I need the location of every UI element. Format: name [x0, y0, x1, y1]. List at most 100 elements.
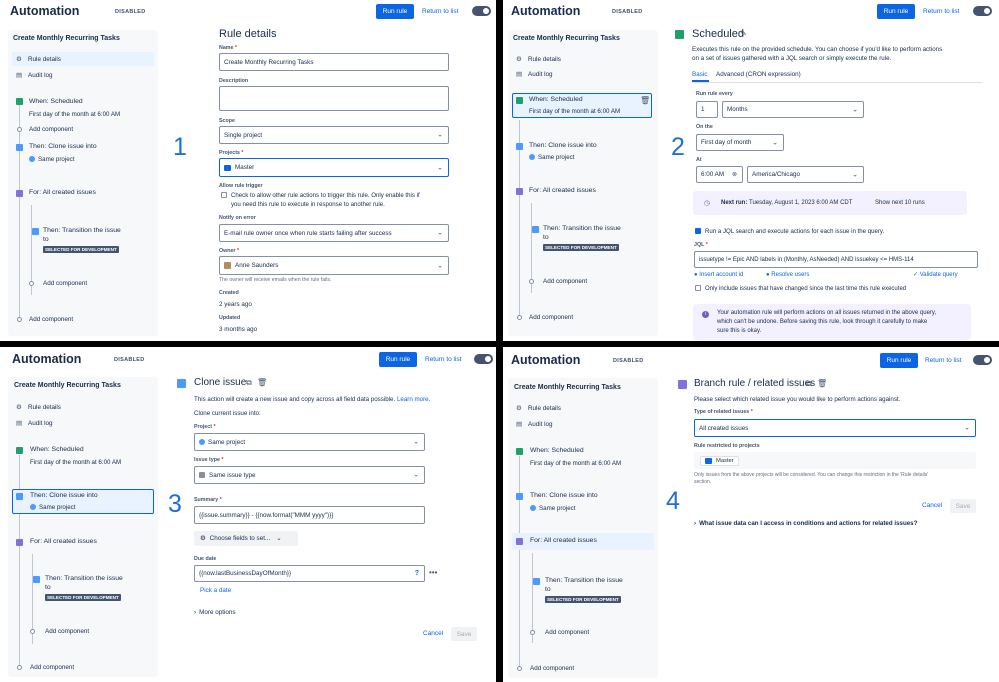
insert-account-id-button[interactable]: ● Insert account id — [694, 271, 743, 280]
action-clone-issue[interactable]: Then: Clone issue into — [30, 492, 98, 499]
cancel-button[interactable]: Cancel — [423, 630, 443, 637]
run-rule-button[interactable]: Run rule — [376, 4, 414, 19]
save-button[interactable]: Save — [950, 499, 976, 513]
sidebar-item-rule-details[interactable]: ⚙ Rule details — [512, 52, 654, 66]
component-title: Scheduled — [692, 28, 744, 40]
action-clone-issue[interactable]: Then: Clone issue into — [529, 142, 597, 149]
related-type-select[interactable]: All created issues ⌄ — [694, 419, 976, 437]
sidebar-item-audit-log[interactable]: ▤ Audit log — [512, 417, 654, 431]
action-clone-issue[interactable]: Then: Clone issue into — [29, 143, 97, 150]
project-select-value: Same project — [208, 438, 246, 446]
trash-icon[interactable]: 🗑 — [640, 96, 650, 105]
run-rule-button[interactable]: Run rule — [379, 352, 417, 367]
project-icon — [30, 504, 36, 510]
sidebar-item-audit-log[interactable]: ▤ Audit log — [12, 68, 154, 82]
action-transition[interactable]: Then: Transition the issue — [45, 575, 123, 582]
help-icon[interactable]: ? — [415, 570, 419, 577]
return-to-list-link[interactable]: Return to list — [923, 8, 960, 15]
copy-icon[interactable]: ⧉ — [246, 378, 252, 388]
app-header: Automation DISABLED Run rule Return to l… — [0, 0, 496, 26]
due-date-input[interactable]: {{now.lastBusinessDayOfMonth}}? — [194, 565, 425, 582]
rule-enabled-toggle[interactable] — [973, 6, 992, 16]
clear-icon[interactable]: ⊗ — [732, 171, 737, 178]
more-actions-icon[interactable]: ••• — [429, 568, 437, 577]
sidebar-item-rule-details[interactable]: ⚙ Rule details — [512, 401, 654, 415]
notify-select[interactable]: E-mail rule owner once when rule starts … — [219, 224, 449, 242]
sidebar-item-audit-log[interactable]: ▤ Audit log — [512, 67, 654, 81]
add-component-button[interactable]: Add component — [529, 314, 573, 321]
trigger-scheduled[interactable]: When: Scheduled — [30, 446, 84, 453]
resolve-users-button[interactable]: ● Resolve users — [766, 271, 809, 280]
trash-icon[interactable]: 🗑 — [257, 378, 267, 387]
add-component-button[interactable]: Add component — [543, 278, 587, 285]
only-changed-checkbox[interactable]: Only include issues that have changed si… — [695, 285, 906, 294]
summary-input[interactable]: {{issue.summary}} - {{now.format("MMM yy… — [194, 506, 425, 524]
on-the-select[interactable]: First day of month ⌄ — [696, 134, 784, 151]
more-options-toggle[interactable]: › More options — [194, 608, 236, 617]
branch-created-issues[interactable]: For: All created issues — [529, 187, 596, 194]
action-transition[interactable]: Then: Transition the issue — [43, 227, 121, 234]
rule-enabled-toggle[interactable] — [472, 6, 491, 16]
choose-fields-button[interactable]: ⚙ Choose fields to set... ⌄ — [194, 531, 298, 546]
jql-input[interactable]: issuetype != Epic AND labels in (Monthly… — [694, 251, 978, 268]
add-component-button[interactable]: Add component — [30, 664, 74, 671]
learn-more-link[interactable]: Learn more. — [397, 396, 430, 403]
return-to-list-link[interactable]: Return to list — [422, 8, 459, 15]
trigger-scheduled[interactable]: When: Scheduled — [29, 98, 83, 105]
cancel-button[interactable]: Cancel — [922, 502, 942, 509]
app-title: Automation — [511, 4, 581, 18]
add-dot-icon — [530, 630, 535, 635]
owner-help: The owner will receive emails when the r… — [219, 277, 332, 283]
copy-icon[interactable]: ⧉ — [806, 379, 812, 389]
sidebar-item-audit-log[interactable]: ▤ Audit log — [12, 416, 154, 430]
add-component-button[interactable]: Add component — [545, 629, 589, 636]
clock-icon: ◷ — [704, 200, 711, 207]
issue-type-select[interactable]: Same issue type ⌄ — [194, 466, 425, 484]
run-every-unit-select[interactable]: Months ⌄ — [722, 101, 864, 118]
timezone-select[interactable]: America/Chicago ⌄ — [747, 166, 864, 183]
time-input[interactable]: 6:00 AM ⊗ — [696, 166, 743, 183]
sidebar-item-rule-details[interactable]: ⚙ Rule details — [12, 52, 154, 66]
gear-icon: ⚙ — [516, 56, 522, 63]
add-component-button[interactable]: Add component — [29, 126, 73, 133]
issue-type-select-value: Same issue type — [209, 471, 256, 479]
rule-enabled-toggle[interactable] — [973, 355, 992, 365]
rule-enabled-toggle[interactable] — [474, 354, 493, 364]
validate-query-button[interactable]: ✓ Validate query — [913, 271, 958, 280]
project-select[interactable]: Same project ⌄ — [194, 433, 425, 451]
tab-basic[interactable]: Basic — [692, 70, 707, 79]
run-rule-button[interactable]: Run rule — [880, 353, 918, 368]
save-button[interactable]: Save — [451, 627, 477, 641]
show-next-runs-link[interactable]: Show next 10 runs — [875, 199, 925, 208]
projects-select[interactable]: Master ⌄ — [219, 158, 449, 177]
add-component-button[interactable]: Add component — [43, 280, 87, 287]
add-component-button[interactable]: Add component — [530, 665, 574, 672]
action-transition[interactable]: Then: Transition the issue — [545, 577, 623, 584]
action-transition[interactable]: Then: Transition the issue — [543, 225, 621, 232]
trigger-scheduled[interactable]: When: Scheduled — [530, 447, 584, 454]
trigger-scheduled[interactable]: When: Scheduled — [529, 96, 583, 103]
run-rule-button[interactable]: Run rule — [877, 4, 915, 19]
add-component-button[interactable]: Add component — [29, 316, 73, 323]
branch-created-issues[interactable]: For: All created issues — [530, 537, 597, 544]
return-to-list-link[interactable]: Return to list — [925, 357, 962, 364]
branch-created-issues[interactable]: For: All created issues — [29, 189, 96, 196]
sidebar-item-rule-details[interactable]: ⚙ Rule details — [12, 400, 154, 414]
jql-checkbox[interactable]: Run a JQL search and execute actions for… — [695, 227, 884, 236]
rule-name-input[interactable]: Create Monthly Recurring Tasks — [219, 53, 449, 71]
component-title: Branch rule / related issues — [694, 378, 816, 389]
add-component-button[interactable]: Add component — [45, 628, 89, 635]
scope-select[interactable]: Single project ⌄ — [219, 126, 449, 144]
run-every-input[interactable]: 1 — [696, 101, 718, 118]
edit-icon[interactable]: ✎ — [740, 29, 747, 38]
return-to-list-link[interactable]: Return to list — [425, 356, 462, 363]
related-data-question[interactable]: › What issue data can I access in conditi… — [694, 519, 917, 528]
description-textarea[interactable] — [219, 86, 449, 111]
owner-select[interactable]: Anne Saunders ⌄ — [219, 256, 449, 275]
pick-date-link[interactable]: Pick a date — [200, 586, 231, 595]
action-clone-issue[interactable]: Then: Clone issue into — [530, 492, 598, 499]
tab-advanced[interactable]: Advanced (CRON expression) — [716, 70, 801, 79]
allow-trigger-checkbox[interactable]: Check to allow other rule actions to tri… — [221, 191, 420, 200]
branch-created-issues[interactable]: For: All created issues — [30, 538, 97, 545]
trash-icon[interactable]: 🗑 — [817, 379, 827, 388]
